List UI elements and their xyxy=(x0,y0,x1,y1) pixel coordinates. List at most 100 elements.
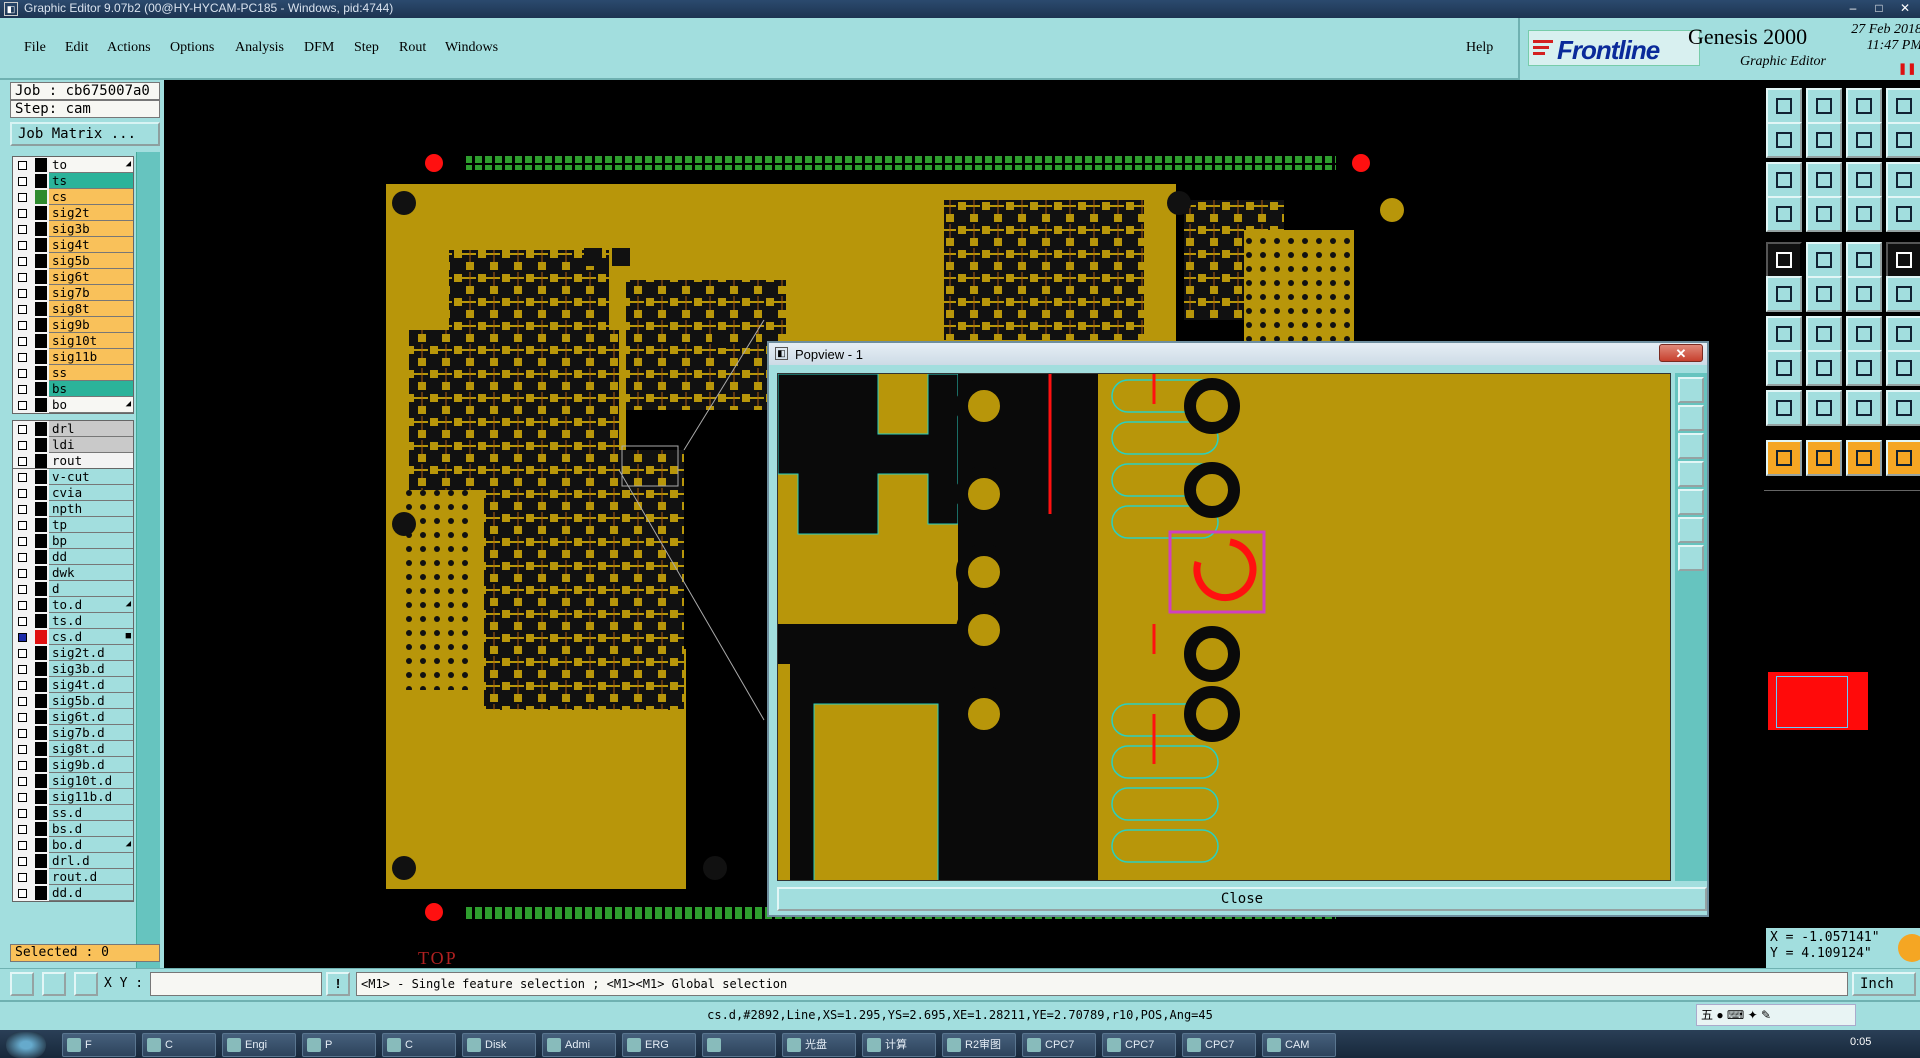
layer-checkbox[interactable] xyxy=(18,385,27,394)
menu-analysis[interactable]: Analysis xyxy=(235,40,284,56)
layer-row-bo-d[interactable]: bo.d ◢ xyxy=(13,837,133,853)
popview-close-x-button[interactable]: ✕ xyxy=(1659,344,1703,362)
layer-name[interactable]: sig2t.d xyxy=(49,645,133,661)
pan-left-icon[interactable] xyxy=(1766,122,1802,158)
layer-row-tp[interactable]: tp xyxy=(13,517,133,533)
layer-checkbox[interactable] xyxy=(18,537,27,546)
layer-checkbox[interactable] xyxy=(18,177,27,186)
angle-icon[interactable] xyxy=(1766,316,1802,352)
layer-name[interactable]: sig7b.d xyxy=(49,725,133,741)
layer-name[interactable]: ss.d xyxy=(49,805,133,821)
layer-name[interactable]: sig11b xyxy=(49,349,133,365)
node-icon[interactable] xyxy=(1846,276,1882,312)
grid-snap-icon[interactable] xyxy=(1846,350,1882,386)
dot-icon[interactable] xyxy=(1886,242,1920,278)
layer-checkbox[interactable] xyxy=(18,873,27,882)
layer-color-swatch[interactable] xyxy=(35,366,47,380)
layer-row-sig2t-d[interactable]: sig2t.d xyxy=(13,645,133,661)
layer-row-ldi[interactable]: ldi xyxy=(13,437,133,453)
menu-options[interactable]: Options xyxy=(170,40,214,56)
layer-name[interactable]: sig6t.d xyxy=(49,709,133,725)
layer-checkbox[interactable] xyxy=(18,273,27,282)
layer-row-dwk[interactable]: dwk xyxy=(13,565,133,581)
layers-icon[interactable] xyxy=(1886,196,1920,232)
layer-name[interactable]: sig7b xyxy=(49,285,133,301)
pad-icon[interactable] xyxy=(1766,242,1802,278)
layer-row-sig11b-d[interactable]: sig11b.d xyxy=(13,789,133,805)
layer-row-sig9b-d[interactable]: sig9b.d xyxy=(13,757,133,773)
minimize-button[interactable]: – xyxy=(1840,0,1866,18)
layer-color-swatch[interactable] xyxy=(35,742,47,756)
layer-name[interactable]: to.d ◢ xyxy=(49,597,133,613)
layer-color-swatch[interactable] xyxy=(35,302,47,316)
layer-color-swatch[interactable] xyxy=(35,694,47,708)
popview-titlebar[interactable]: ◧ Popview - 1 xyxy=(769,343,1707,365)
layer-checkbox[interactable] xyxy=(18,665,27,674)
layer-checkbox[interactable] xyxy=(18,521,27,530)
layer-row-bo[interactable]: bo ◢ xyxy=(13,397,133,413)
layer-name[interactable]: sig8t xyxy=(49,301,133,317)
layer-row-bp[interactable]: bp xyxy=(13,533,133,549)
layer-list-scrollbar[interactable] xyxy=(136,152,160,1000)
layer-row-sig4t[interactable]: sig4t xyxy=(13,237,133,253)
layer-checkbox[interactable] xyxy=(18,305,27,314)
layer-name[interactable]: sig3b.d xyxy=(49,661,133,677)
line-icon[interactable] xyxy=(1806,316,1842,352)
xy-input[interactable] xyxy=(150,972,322,996)
layer-name[interactable]: dd xyxy=(49,549,133,565)
layer-row-sig7b[interactable]: sig7b xyxy=(13,285,133,301)
fit-icon[interactable] xyxy=(1766,162,1802,198)
layer-name[interactable]: bs xyxy=(49,381,133,397)
snap-icon[interactable] xyxy=(10,972,34,996)
layer-checkbox[interactable] xyxy=(18,289,27,298)
layer-row-ss[interactable]: ss xyxy=(13,365,133,381)
layer-color-swatch[interactable] xyxy=(35,662,47,676)
layer-color-swatch[interactable] xyxy=(35,566,47,580)
taskbar-item[interactable]: Engi xyxy=(222,1033,296,1057)
layer-color-swatch[interactable] xyxy=(35,238,47,252)
menu-windows[interactable]: Windows xyxy=(445,40,498,56)
layer-row-cvia[interactable]: cvia xyxy=(13,485,133,501)
layer-name[interactable]: bo ◢ xyxy=(49,397,133,413)
layer-row-sig6t-d[interactable]: sig6t.d xyxy=(13,709,133,725)
taskbar-item[interactable]: R2审图 xyxy=(942,1033,1016,1057)
copy-icon[interactable] xyxy=(1886,350,1920,386)
layer-checkbox[interactable] xyxy=(18,441,27,450)
layer-color-swatch[interactable] xyxy=(35,598,47,612)
layer-row-dd[interactable]: dd xyxy=(13,549,133,565)
triangle-icon[interactable] xyxy=(1766,390,1802,426)
layer-color-swatch[interactable] xyxy=(35,486,47,500)
layer-color-swatch[interactable] xyxy=(35,758,47,772)
popview-close-button[interactable]: Close xyxy=(777,887,1707,911)
layer-row-sig8t-d[interactable]: sig8t.d xyxy=(13,741,133,757)
layer-row-sig8t[interactable]: sig8t xyxy=(13,301,133,317)
layer-checkbox[interactable] xyxy=(18,745,27,754)
fit-all-icon[interactable] xyxy=(1806,162,1842,198)
layer-checkbox[interactable] xyxy=(18,553,27,562)
units-selector[interactable]: Inch xyxy=(1852,972,1916,996)
layer-name[interactable]: dwk xyxy=(49,565,133,581)
layer-row-dd-d[interactable]: dd.d xyxy=(13,885,133,901)
layer-checkbox[interactable] xyxy=(18,569,27,578)
layer-row-cs[interactable]: cs xyxy=(13,189,133,205)
layer-name[interactable]: bp xyxy=(49,533,133,549)
layer-row-sig3b[interactable]: sig3b xyxy=(13,221,133,237)
pv-zoom-in-icon[interactable] xyxy=(1678,517,1704,543)
menu-dfm[interactable]: DFM xyxy=(304,40,334,56)
taskbar-item[interactable]: 光盘 xyxy=(782,1033,856,1057)
layer-color-swatch[interactable] xyxy=(35,854,47,868)
layer-row-sig2t[interactable]: sig2t xyxy=(13,205,133,221)
close-window-button[interactable]: ✕ xyxy=(1892,0,1918,18)
pv-pan-left-icon[interactable] xyxy=(1678,461,1704,487)
move-arrow-icon[interactable] xyxy=(1806,440,1842,476)
layer-row-bs[interactable]: bs xyxy=(13,381,133,397)
layer-color-swatch[interactable] xyxy=(35,190,47,204)
taskbar-item[interactable] xyxy=(702,1033,776,1057)
layer-color-swatch[interactable] xyxy=(35,174,47,188)
layer-color-swatch[interactable] xyxy=(35,318,47,332)
layer-color-swatch[interactable] xyxy=(35,350,47,364)
layer-color-swatch[interactable] xyxy=(35,398,47,412)
redo-icon[interactable] xyxy=(1886,122,1920,158)
cross-icon[interactable] xyxy=(1806,276,1842,312)
link-icon[interactable] xyxy=(1886,276,1920,312)
